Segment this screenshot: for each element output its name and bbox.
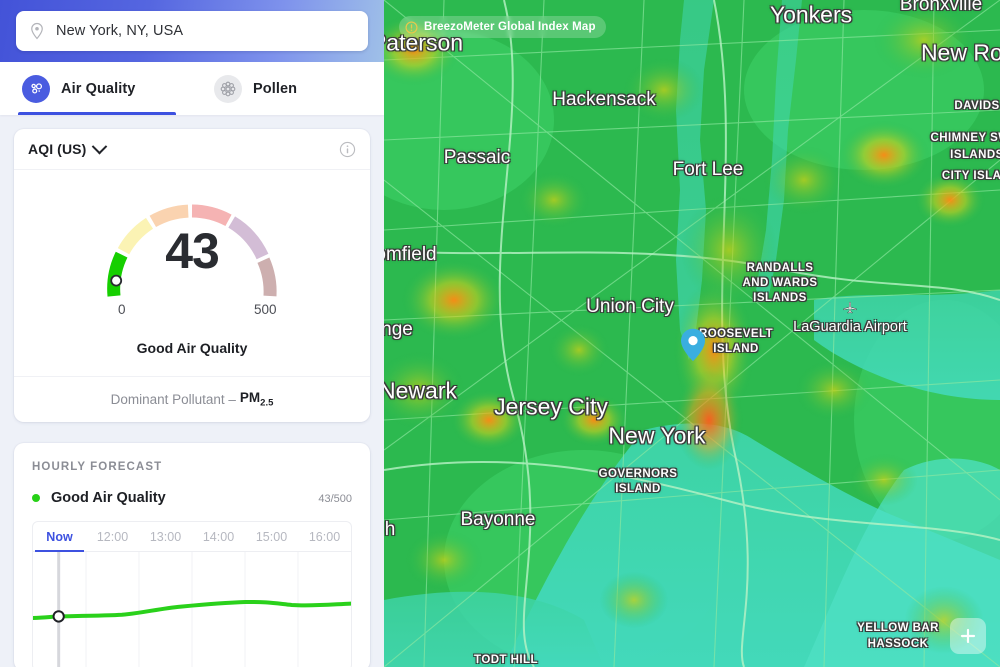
map-index-badge[interactable]: BreezoMeter Global Index Map [399,16,606,38]
tab-air-quality[interactable]: Air Quality [0,62,192,115]
left-panel: New York, NY, USA Air Quality Pollen AQI… [0,0,384,667]
hour-tab-1500[interactable]: 15:00 [245,522,298,551]
search-input[interactable]: New York, NY, USA [56,23,183,39]
plus-icon [960,628,976,644]
airplane-icon [843,301,857,314]
chart-gridlines [85,552,299,667]
air-quality-icon [22,74,50,103]
aqi-index-selector-label[interactable]: AQI (US) [28,141,86,157]
aqi-gauge: 43 0 500 Good Air Quality [14,170,370,376]
map-marker-icon[interactable] [680,328,706,362]
cards-container: AQI (US) 43 0 500 Good Air Quality Domin… [0,115,384,667]
hourly-chart: Now 12:00 13:00 14:00 15:00 16:00 [32,521,352,667]
hour-tab-1300[interactable]: 13:00 [139,522,192,551]
hour-tab-now[interactable]: Now [33,522,86,552]
hourly-forecast-summary: Good Air Quality 43/500 [14,473,370,507]
hourly-category: Good Air Quality [51,490,166,506]
location-pin-icon [31,22,43,40]
aqi-card: AQI (US) 43 0 500 Good Air Quality Domin… [14,129,370,422]
dominant-pollutant-subscript: 2.5 [260,397,274,409]
map-index-badge-label: BreezoMeter Global Index Map [424,21,596,33]
aqi-card-header: AQI (US) [14,129,370,170]
aqi-value: 43 [165,223,220,279]
pollen-icon [214,74,242,103]
hourly-chart-tabs: Now 12:00 13:00 14:00 15:00 16:00 [33,522,351,552]
hourly-forecast-title: HOURLY FORECAST [32,461,163,473]
map-panel[interactable]: BreezoMeter Global Index Map PatersonHac… [384,0,1000,667]
aqi-scale-min: 0 [118,302,126,317]
section-tabs: Air Quality Pollen [0,62,384,115]
air-quality-app: New York, NY, USA Air Quality Pollen AQI… [0,0,1000,667]
hourly-value-scale: /500 [330,493,352,505]
warning-circle-icon [405,20,418,34]
zoom-in-button[interactable] [950,618,986,654]
dominant-pollutant-value: PM [239,390,261,406]
hourly-value: 43/500 [318,489,352,507]
panel-header: New York, NY, USA [0,0,384,62]
hour-tab-1600[interactable]: 16:00 [298,522,351,551]
hour-tab-1400[interactable]: 14:00 [192,522,245,551]
info-icon[interactable] [339,141,356,158]
now-data-point [52,610,65,623]
aqi-scale-max: 500 [254,302,277,317]
hour-tab-1200[interactable]: 12:00 [86,522,139,551]
hourly-forecast-card: HOURLY FORECAST Good Air Quality 43/500 … [14,443,370,667]
tab-air-quality-label: Air Quality [61,80,136,97]
tab-pollen-label: Pollen [253,80,298,97]
dominant-pollutant-label: Dominant Pollutant – [110,392,236,407]
hourly-value-number: 43 [318,493,331,505]
chevron-down-icon[interactable] [92,138,108,154]
hourly-chart-plot [33,552,351,667]
status-dot-icon [32,494,40,502]
dominant-pollutant: Dominant Pollutant – PM2.5 [14,376,370,422]
aqi-category: Good Air Quality [136,340,248,356]
tab-pollen[interactable]: Pollen [192,62,384,115]
location-search-box[interactable]: New York, NY, USA [16,11,368,51]
